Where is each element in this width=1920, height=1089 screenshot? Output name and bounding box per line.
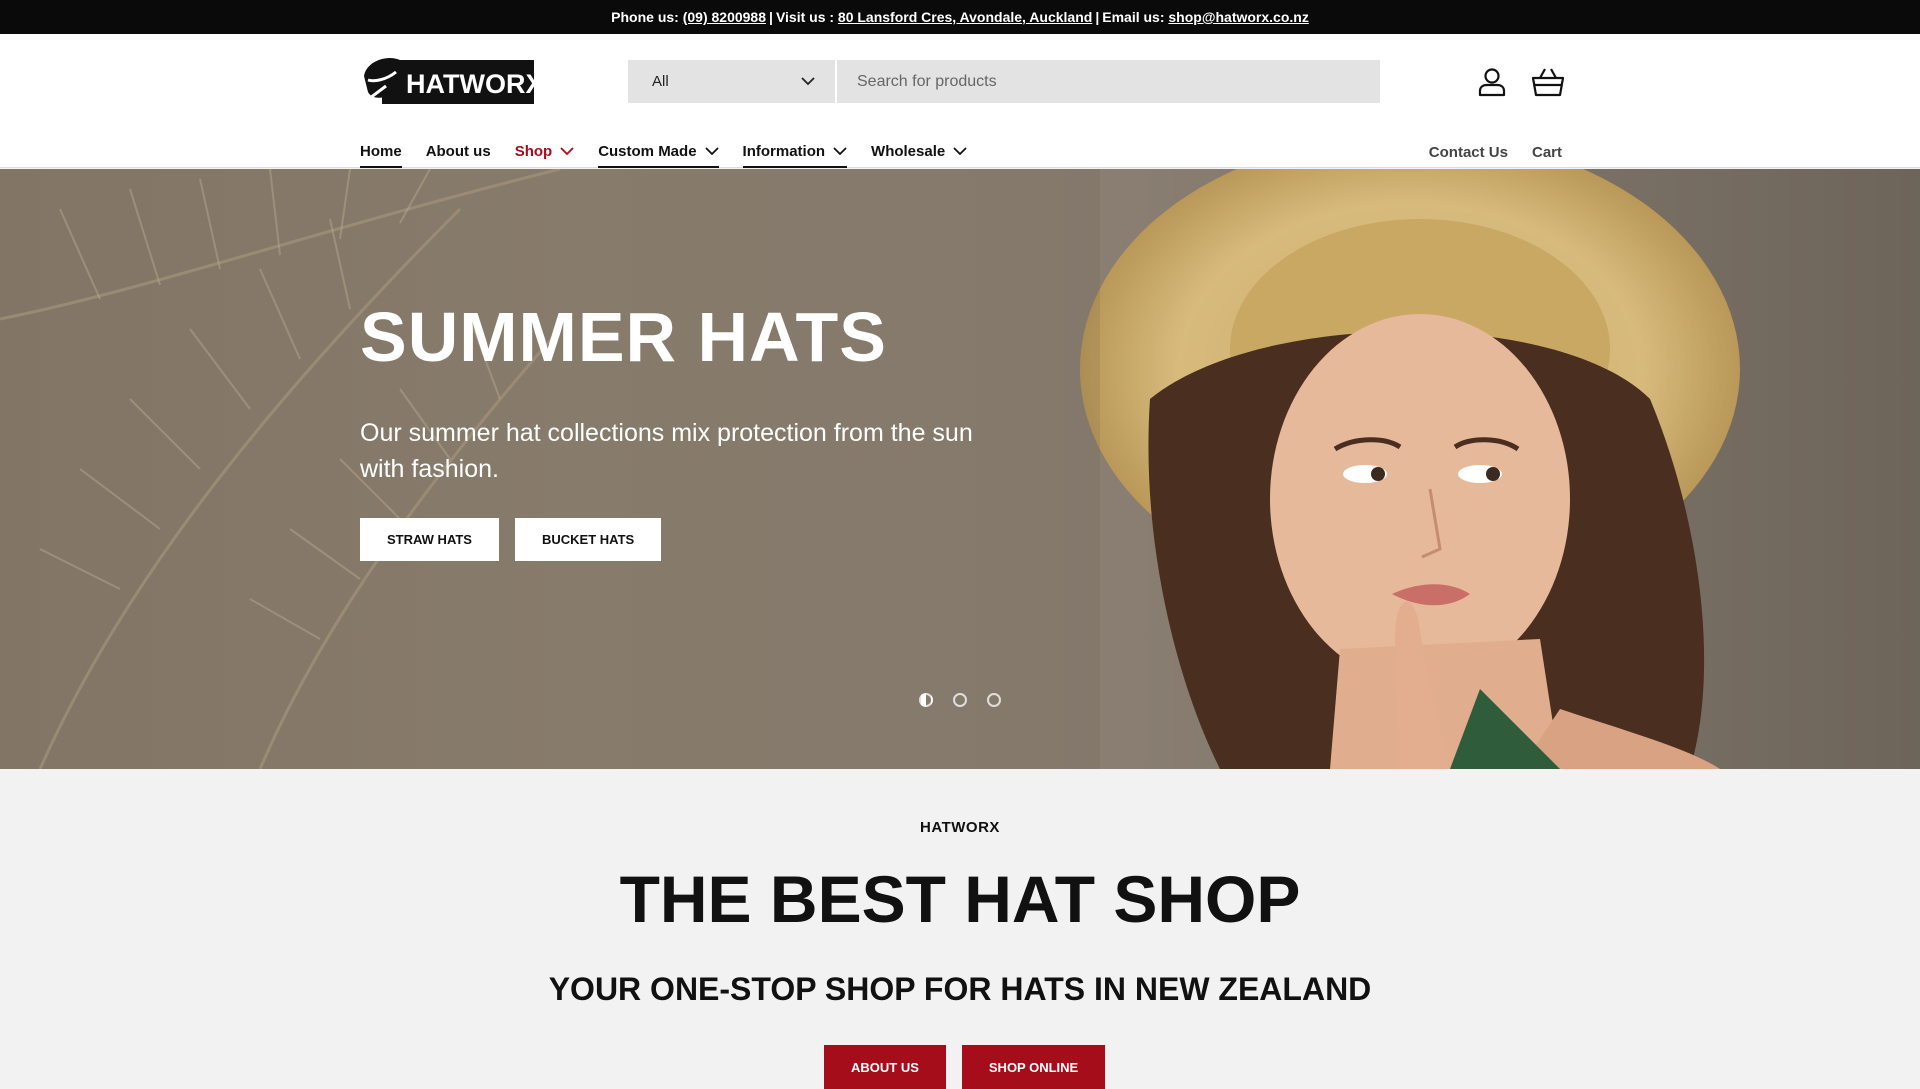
hero-subtitle: Our summer hat collections mix protectio… xyxy=(360,419,973,483)
logo-text: HATWORX xyxy=(406,69,540,99)
category-select[interactable]: All xyxy=(628,60,837,103)
slide-dot[interactable] xyxy=(953,693,967,707)
separator: | xyxy=(769,9,773,25)
announcement-bar: Phone us: (09) 8200988 | Visit us : 80 Lan… xyxy=(0,0,1920,34)
category-select-value: All xyxy=(652,73,669,90)
nav-item-label: Information xyxy=(742,142,826,160)
chevron-down-icon xyxy=(801,73,815,90)
hero-buttons: STRAW HATS BUCKET HATS xyxy=(360,518,662,561)
nav-item-information[interactable]: Information xyxy=(742,136,848,168)
chevron-down-icon xyxy=(833,146,847,156)
nav-item-label: Shop xyxy=(514,142,553,160)
nav-item-wholesale[interactable]: Wholesale xyxy=(871,136,967,168)
cart-link[interactable]: Cart xyxy=(1532,144,1562,161)
site-header: HATWORX All Home About us xyxy=(0,34,1920,168)
section-title: THE BEST HAT SHOP xyxy=(619,862,1301,936)
site-logo[interactable]: HATWORX xyxy=(360,50,543,110)
nav-item-label: About us xyxy=(425,142,491,160)
nav-item-label: Home xyxy=(360,142,402,160)
slide-pagination xyxy=(919,693,1001,707)
chevron-down-icon xyxy=(560,146,574,156)
search-bar: All xyxy=(628,60,1380,103)
bucket-hats-button[interactable]: BUCKET HATS xyxy=(514,518,662,561)
straw-hats-button[interactable]: STRAW HATS xyxy=(360,518,499,561)
email-link[interactable]: shop@hatworx.co.nz xyxy=(1168,9,1308,25)
intro-section: HATWORX THE BEST HAT SHOP YOUR ONE-STOP … xyxy=(0,769,1920,1089)
search-input[interactable] xyxy=(837,60,1380,103)
phone-label: Phone us: xyxy=(611,9,679,25)
nav-item-custom-made[interactable]: Custom Made xyxy=(598,136,719,168)
hero-banner: SUMMER HATS Our summer hat collections m… xyxy=(0,169,1920,769)
contact-us-link[interactable]: Contact Us xyxy=(1429,144,1508,161)
chevron-down-icon xyxy=(704,146,719,156)
nav-item-label: Wholesale xyxy=(871,142,946,160)
section-subtitle: YOUR ONE-STOP SHOP FOR HATS IN NEW ZEALA… xyxy=(548,971,1372,1007)
basket-icon[interactable] xyxy=(1528,62,1568,102)
shop-online-button[interactable]: SHOP ONLINE xyxy=(961,1045,1106,1089)
intro-buttons: ABOUT US SHOP ONLINE xyxy=(824,1045,1106,1089)
nav-item-shop[interactable]: Shop xyxy=(515,136,575,168)
nav-item-label: Custom Made xyxy=(598,142,697,160)
hero-title: SUMMER HATS xyxy=(360,298,887,376)
secondary-nav: Contact Us Cart xyxy=(1429,136,1562,168)
slide-dot[interactable] xyxy=(987,693,1001,707)
address-link[interactable]: 80 Lansford Cres, Avondale, Auckland xyxy=(838,9,1092,25)
nav-item-home[interactable]: Home xyxy=(360,136,402,168)
visit-label: Visit us : xyxy=(775,9,835,25)
chevron-down-icon xyxy=(953,146,967,156)
account-icon[interactable] xyxy=(1472,62,1512,102)
separator: | xyxy=(1095,9,1100,25)
slide-dot[interactable] xyxy=(919,693,933,707)
phone-link[interactable]: (09) 8200988 xyxy=(683,9,766,25)
main-nav: Home About us Shop Custom Made Informati… xyxy=(360,136,991,168)
about-us-button[interactable]: ABOUT US xyxy=(824,1045,946,1089)
email-label: Email us: xyxy=(1102,9,1165,25)
nav-item-about-us[interactable]: About us xyxy=(426,136,491,168)
section-eyebrow: HATWORX xyxy=(920,819,1000,836)
